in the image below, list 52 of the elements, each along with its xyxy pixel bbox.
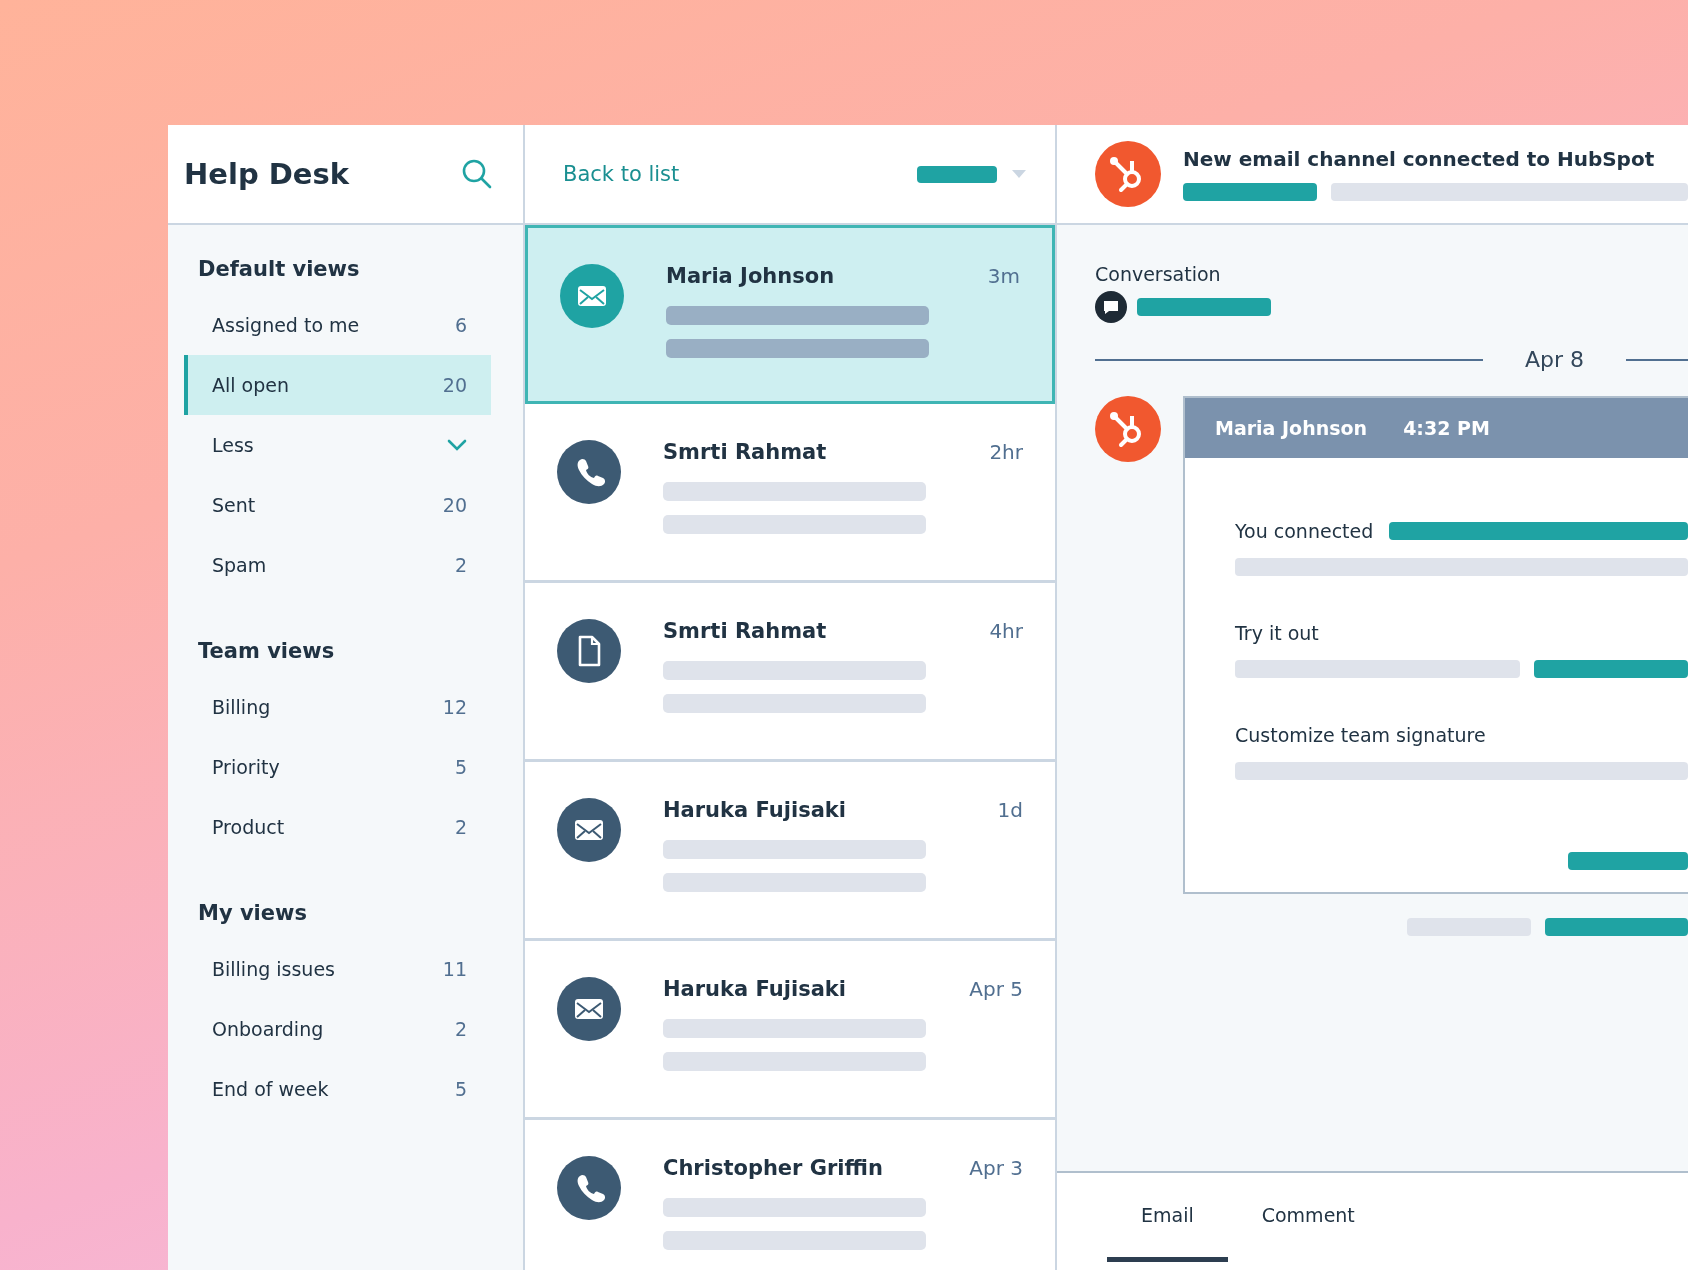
view-item[interactable]: Billing 12 — [184, 677, 491, 737]
chat-bubble-icon — [1095, 291, 1127, 323]
sprocket-logo-icon — [1095, 141, 1161, 207]
app-title: Help Desk — [184, 157, 350, 191]
contact-name: Haruka Fujisaki — [663, 798, 846, 822]
view-item[interactable]: Billing issues 11 — [184, 939, 491, 999]
time-label: 3m — [987, 264, 1020, 288]
view-item[interactable]: Sent 20 — [184, 475, 491, 535]
section-heading: Default views — [197, 256, 361, 283]
sprocket-logo-icon — [1095, 396, 1161, 462]
filter-dropdown[interactable] — [917, 165, 1027, 183]
back-link[interactable]: Back to list — [563, 162, 680, 186]
view-item[interactable]: Onboarding 2 — [184, 999, 491, 1059]
contact-name: Smrti Rahmat — [663, 619, 827, 643]
notification-title: New email channel connected to HubSpot — [1183, 147, 1656, 171]
contact-name: Smrti Rahmat — [663, 440, 827, 464]
envelope-icon — [557, 977, 621, 1041]
composer-tab[interactable]: Comment — [1227, 1173, 1389, 1262]
time-label: 2hr — [989, 440, 1023, 464]
message-text: Customize team signature — [1235, 724, 1486, 746]
time-label: Apr 5 — [969, 977, 1023, 1001]
view-item[interactable]: All open 20 — [184, 355, 491, 415]
contact-name: Maria Johnson — [666, 264, 835, 288]
search-icon[interactable] — [461, 158, 493, 190]
sender-name: Maria Johnson — [1215, 417, 1368, 439]
message-text: Try it out — [1235, 622, 1319, 644]
collapse-toggle[interactable]: Less — [184, 415, 491, 475]
document-icon — [557, 619, 621, 683]
time-label: 4hr — [989, 619, 1023, 643]
section-heading: My views — [197, 900, 308, 927]
phone-icon — [557, 440, 621, 504]
message-text: You connected — [1235, 520, 1374, 542]
envelope-icon — [557, 798, 621, 862]
chevron-down-icon — [447, 439, 467, 451]
contact-name: Christopher Griffin — [663, 1156, 883, 1180]
section-heading: Team views — [197, 638, 336, 665]
caret-icon — [1011, 169, 1027, 179]
envelope-icon — [560, 264, 624, 328]
contact-name: Haruka Fujisaki — [663, 977, 846, 1001]
view-item[interactable]: Product 2 — [184, 797, 491, 857]
time-label: 1d — [997, 798, 1023, 822]
view-item[interactable]: Priority 5 — [184, 737, 491, 797]
view-item[interactable]: Spam 2 — [184, 535, 491, 595]
date-divider: Apr 8 — [1525, 347, 1585, 372]
composer-tab[interactable]: Email — [1107, 1173, 1228, 1262]
section-label: Conversation — [1095, 263, 1222, 285]
phone-icon — [557, 1156, 621, 1220]
view-item[interactable]: Assigned to me 6 — [184, 295, 491, 355]
time-label: Apr 3 — [969, 1156, 1023, 1180]
message-time: 4:32 PM — [1403, 417, 1490, 439]
view-item[interactable]: End of week 5 — [184, 1059, 491, 1119]
conversation-item[interactable]: Maria Johnson 3m — [525, 225, 1055, 404]
